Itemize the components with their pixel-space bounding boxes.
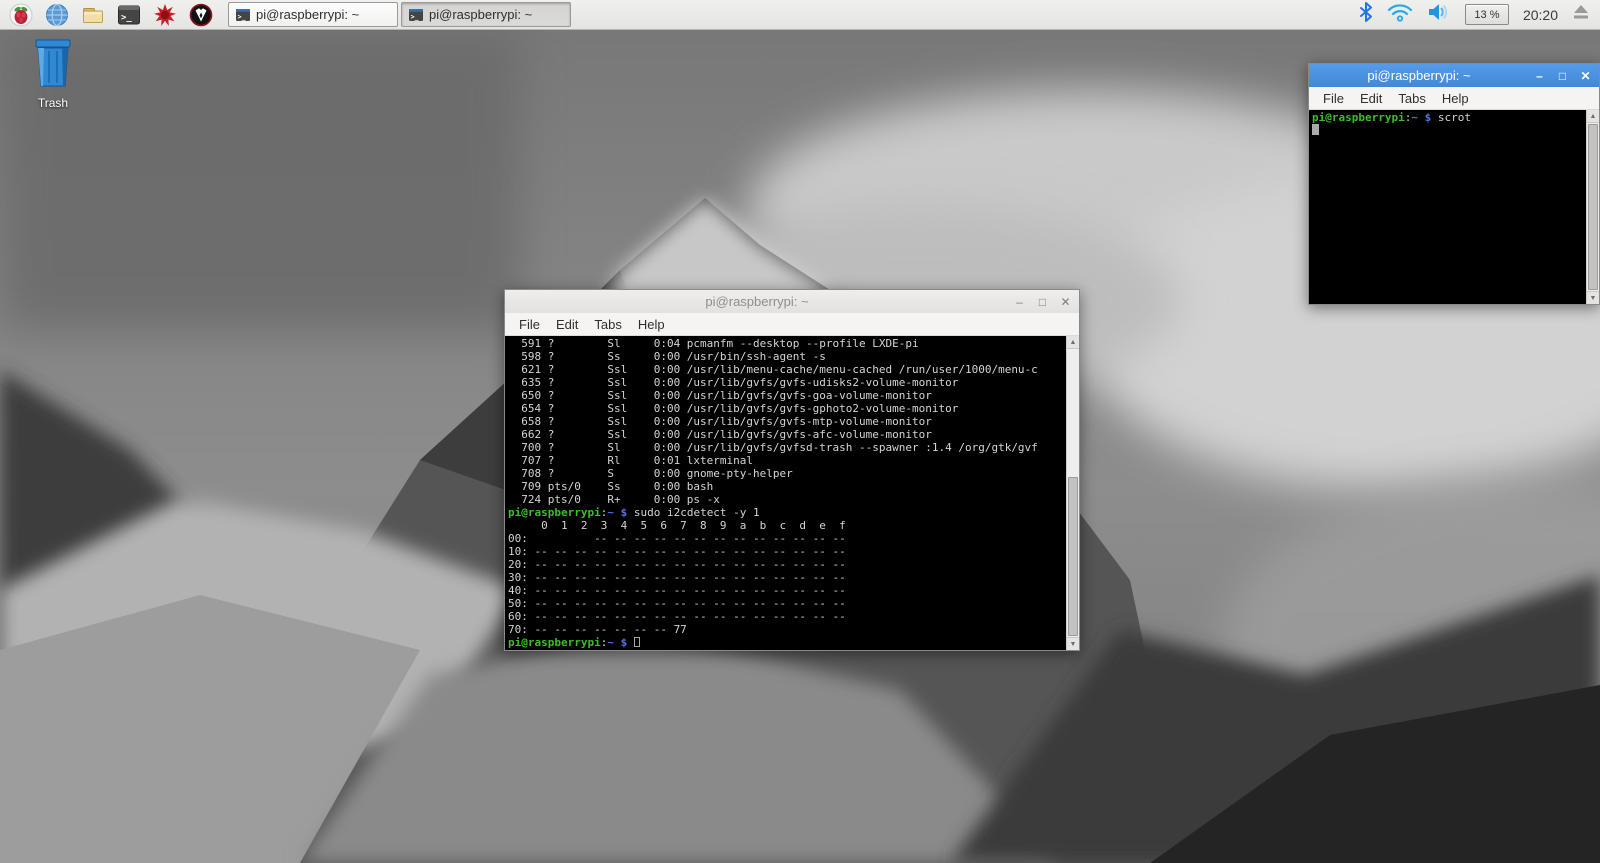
menu-tabs[interactable]: Tabs [1390,89,1433,108]
terminal-line: 708 ? S 0:00 gnome-pty-helper [508,467,1063,480]
maximize-button[interactable]: □ [1033,292,1052,311]
terminal-line: 654 ? Ssl 0:00 /usr/lib/gvfs/gvfs-gphoto… [508,402,1063,415]
scrollbar-thumb[interactable] [1068,477,1078,636]
maximize-button[interactable]: □ [1553,66,1572,85]
window-controls: – □ ✕ [1530,64,1595,87]
small-window-menubar: File Edit Tabs Help [1309,87,1599,110]
taskbar-window-label: pi@raspberrypi: ~ [256,7,359,22]
terminal-launcher-icon[interactable]: >_ [116,2,142,28]
small-terminal-area[interactable]: pi@raspberrypi:~ $ scrot ▲ ▼ [1309,110,1599,304]
terminal-line: 20: -- -- -- -- -- -- -- -- -- -- -- -- … [508,558,1063,571]
terminal-line: 0 1 2 3 4 5 6 7 8 9 a b c d e f [508,519,1063,532]
terminal-line: 700 ? Sl 0:00 /usr/lib/gvfs/gvfsd-trash … [508,441,1063,454]
trash-label: Trash [14,96,92,110]
scroll-down-arrow[interactable]: ▼ [1067,637,1079,650]
text-cursor [1312,124,1319,135]
taskbar-window-button-2[interactable]: >_ pi@raspberrypi: ~ [401,2,571,27]
main-terminal-area[interactable]: 591 ? Sl 0:04 pcmanfm --desktop --profil… [505,336,1079,650]
terminal-line: 621 ? Ssl 0:00 /usr/lib/menu-cache/menu-… [508,363,1063,376]
web-browser-icon[interactable] [44,2,70,28]
battery-indicator[interactable]: 13 % [1465,4,1509,25]
menu-file[interactable]: File [1315,89,1352,108]
desktop[interactable]: Trash pi@raspberrypi: ~ – □ ✕ File Edit … [0,30,1600,863]
terminal-line: pi@raspberrypi:~ $ [508,636,1063,649]
taskbar-window-button-1[interactable]: >_ pi@raspberrypi: ~ [228,2,398,27]
wolfram-icon[interactable] [188,2,214,28]
eject-icon[interactable] [1572,3,1590,26]
terminal-line: 00: -- -- -- -- -- -- -- -- -- -- -- -- … [508,532,1063,545]
battery-label: 13 % [1474,9,1499,21]
minimize-button[interactable]: – [1010,292,1029,311]
window-title: pi@raspberrypi: ~ [1309,68,1529,83]
terminal-line: pi@raspberrypi:~ $ scrot [1312,111,1583,124]
menu-edit[interactable]: Edit [548,315,586,334]
terminal-window-icon: >_ [408,7,424,23]
taskbar: >_ >_ [0,0,1600,30]
svg-text:>_: >_ [238,13,246,21]
taskbar-status-area: 13 % 20:20 [1359,2,1600,27]
svg-text:>_: >_ [121,13,132,23]
terminal-line: 598 ? Ss 0:00 /usr/bin/ssh-agent -s [508,350,1063,363]
terminal-line: 40: -- -- -- -- -- -- -- -- -- -- -- -- … [508,584,1063,597]
scroll-up-arrow[interactable]: ▲ [1067,336,1079,349]
menu-tabs[interactable]: Tabs [586,315,629,334]
terminal-line: 650 ? Ssl 0:00 /usr/lib/gvfs/gvfs-goa-vo… [508,389,1063,402]
svg-text:>_: >_ [411,13,419,21]
trash-desktop-icon[interactable]: Trash [14,38,92,110]
scroll-up-arrow[interactable]: ▲ [1587,110,1599,123]
wifi-icon[interactable] [1387,2,1413,27]
terminal-line: 635 ? Ssl 0:00 /usr/lib/gvfs/gvfs-udisks… [508,376,1063,389]
menu-help[interactable]: Help [1434,89,1477,108]
terminal-line: 70: -- -- -- -- -- -- -- 77 [508,623,1063,636]
terminal-window-icon: >_ [235,7,251,23]
main-window-menubar: File Edit Tabs Help [505,313,1079,336]
terminal-line: 724 pts/0 R+ 0:00 ps -x [508,493,1063,506]
small-window-titlebar[interactable]: pi@raspberrypi: ~ – □ ✕ [1309,64,1599,87]
window-title: pi@raspberrypi: ~ [505,294,1009,309]
terminal-line: 707 ? Rl 0:01 lxterminal [508,454,1063,467]
close-button[interactable]: ✕ [1056,292,1075,311]
taskbar-window-list: >_ pi@raspberrypi: ~ >_ pi@raspberrypi: … [228,2,571,27]
scroll-down-arrow[interactable]: ▼ [1587,291,1599,304]
scrollbar-thumb[interactable] [1588,124,1598,290]
screen: >_ >_ [0,0,1600,863]
terminal-line: 709 pts/0 Ss 0:00 bash [508,480,1063,493]
menu-edit[interactable]: Edit [1352,89,1390,108]
main-window-titlebar[interactable]: pi@raspberrypi: ~ – □ ✕ [505,290,1079,313]
trash-can-icon [30,38,76,88]
terminal-line: 50: -- -- -- -- -- -- -- -- -- -- -- -- … [508,597,1063,610]
terminal-line [1312,124,1583,137]
bluetooth-icon[interactable] [1359,2,1373,27]
file-manager-icon[interactable] [80,2,106,28]
terminal-line: 10: -- -- -- -- -- -- -- -- -- -- -- -- … [508,545,1063,558]
small-terminal-text: pi@raspberrypi:~ $ scrot [1309,110,1586,304]
mathematica-icon[interactable] [152,2,178,28]
main-terminal-scrollbar[interactable]: ▲ ▼ [1066,336,1079,650]
main-terminal-window: pi@raspberrypi: ~ – □ ✕ File Edit Tabs H… [504,289,1080,651]
terminal-line: 60: -- -- -- -- -- -- -- -- -- -- -- -- … [508,610,1063,623]
terminal-line: 658 ? Ssl 0:00 /usr/lib/gvfs/gvfs-mtp-vo… [508,415,1063,428]
volume-icon[interactable] [1427,2,1451,27]
small-terminal-window: pi@raspberrypi: ~ – □ ✕ File Edit Tabs H… [1308,63,1600,305]
clock[interactable]: 20:20 [1523,7,1558,23]
window-controls: – □ ✕ [1010,290,1075,313]
menu-file[interactable]: File [511,315,548,334]
menu-raspberry-icon[interactable] [8,2,34,28]
terminal-line: 30: -- -- -- -- -- -- -- -- -- -- -- -- … [508,571,1063,584]
taskbar-launchers: >_ [0,2,214,28]
terminal-line: 662 ? Ssl 0:00 /usr/lib/gvfs/gvfs-afc-vo… [508,428,1063,441]
text-cursor [634,637,640,647]
small-terminal-scrollbar[interactable]: ▲ ▼ [1586,110,1599,304]
terminal-line: pi@raspberrypi:~ $ sudo i2cdetect -y 1 [508,506,1063,519]
minimize-button[interactable]: – [1530,66,1549,85]
close-button[interactable]: ✕ [1576,66,1595,85]
main-terminal-text: 591 ? Sl 0:04 pcmanfm --desktop --profil… [505,336,1066,650]
terminal-line: 591 ? Sl 0:04 pcmanfm --desktop --profil… [508,337,1063,350]
taskbar-window-label: pi@raspberrypi: ~ [429,7,532,22]
menu-help[interactable]: Help [630,315,673,334]
